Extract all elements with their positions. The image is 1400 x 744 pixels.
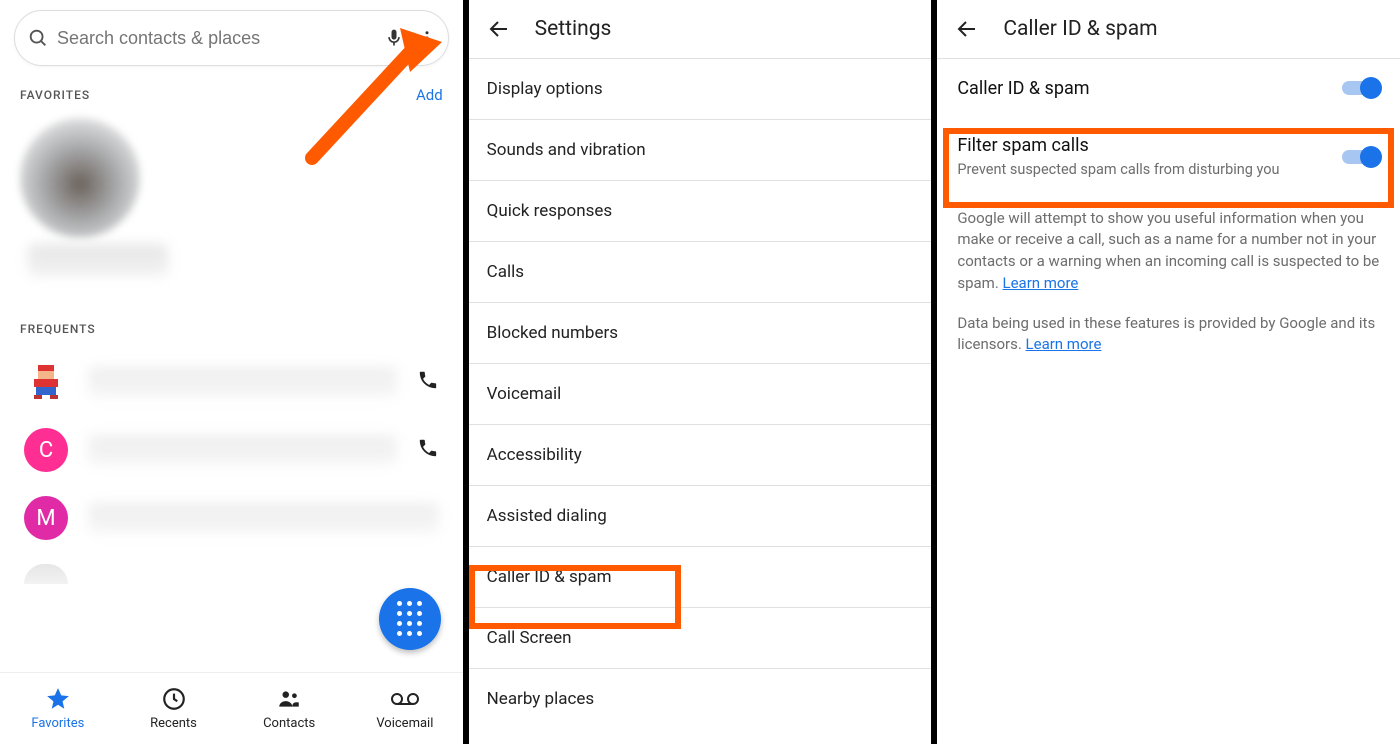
tab-label: Contacts [263,716,315,731]
tab-label: Voicemail [376,716,433,731]
settings-item-accessibility[interactable]: Accessibility [469,425,932,486]
favorite-contact[interactable] [0,112,463,244]
people-icon [274,686,304,712]
caller-id-spam-toggle-row[interactable]: Caller ID & spam [937,59,1400,117]
favorites-add-link[interactable]: Add [416,86,443,104]
tab-label: Favorites [31,716,84,731]
avatar-blurred [20,118,140,238]
settings-item-nearby-places[interactable]: Nearby places [469,669,932,729]
dialpad-icon [397,601,423,637]
contact-name-blurred [28,244,168,276]
contact-name-blurred [88,367,397,397]
back-arrow-icon [955,17,979,41]
tab-recents[interactable]: Recents [116,673,232,744]
frequents-list: C M [0,344,463,588]
toggle-subtitle: Prevent suspected spam calls from distur… [957,160,1330,180]
tab-contacts[interactable]: Contacts [231,673,347,744]
search-bar[interactable] [14,10,449,66]
avatar: C [24,428,68,472]
voicemail-icon [389,686,421,712]
settings-title: Settings [535,17,612,41]
learn-more-link[interactable]: Learn more [1003,274,1079,292]
settings-item-quick-responses[interactable]: Quick responses [469,181,932,242]
info-text: Data being used in these features is pro… [937,303,1400,365]
info-text: Google will attempt to show you useful i… [937,198,1400,303]
settings-item-sounds-vibration[interactable]: Sounds and vibration [469,120,932,181]
filter-spam-toggle-row[interactable]: Filter spam calls Prevent suspected spam… [937,117,1400,198]
back-button[interactable] [955,17,979,41]
toggle-title: Filter spam calls [957,135,1330,156]
tab-favorites[interactable]: Favorites [0,673,116,744]
toggle-switch[interactable] [1342,77,1380,99]
avatar [24,360,68,404]
tab-label: Recents [150,716,197,731]
phone-icon[interactable] [417,437,439,463]
back-button[interactable] [487,17,511,41]
phone-app-panel: FAVORITES Add FREQUENTS C [0,0,463,744]
more-options-icon[interactable] [418,27,436,49]
contact-name-blurred [88,435,397,465]
frequents-header: FREQUENTS [0,282,463,344]
toggle-switch[interactable] [1342,146,1380,168]
settings-item-assisted-dialing[interactable]: Assisted dialing [469,486,932,547]
settings-item-call-screen[interactable]: Call Screen [469,608,932,669]
list-item[interactable] [0,552,463,584]
contact-name-blurred [88,503,439,533]
bottom-nav: Favorites Recents Contacts Voicemail [0,672,463,744]
favorites-header: FAVORITES Add [0,74,463,112]
clock-icon [161,686,187,712]
phone-icon[interactable] [417,369,439,395]
dialpad-fab[interactable] [379,588,441,650]
settings-item-blocked-numbers[interactable]: Blocked numbers [469,303,932,364]
settings-item-voicemail[interactable]: Voicemail [469,364,932,425]
caller-id-panel: Caller ID & spam Caller ID & spam Filter… [937,0,1400,744]
star-icon [45,686,71,712]
learn-more-link[interactable]: Learn more [1026,335,1102,353]
list-item[interactable]: C [0,416,463,484]
back-arrow-icon [487,17,511,41]
settings-item-calls[interactable]: Calls [469,242,932,303]
avatar [24,564,68,584]
tab-voicemail[interactable]: Voicemail [347,673,463,744]
list-item[interactable] [0,348,463,416]
avatar: M [24,496,68,540]
settings-panel: Settings Display options Sounds and vibr… [469,0,932,744]
settings-list: Display options Sounds and vibration Qui… [469,58,932,729]
settings-item-caller-id-spam[interactable]: Caller ID & spam [469,547,932,608]
list-item[interactable]: M [0,484,463,552]
toggle-title: Caller ID & spam [957,78,1330,99]
microphone-icon[interactable] [384,26,404,50]
settings-item-display-options[interactable]: Display options [469,59,932,120]
search-icon [27,27,49,49]
caller-id-header: Caller ID & spam [937,0,1400,58]
favorites-label: FAVORITES [20,88,90,102]
frequents-label: FREQUENTS [20,322,96,336]
caller-id-title: Caller ID & spam [1003,17,1157,41]
search-input[interactable] [49,28,384,49]
settings-header: Settings [469,0,932,58]
